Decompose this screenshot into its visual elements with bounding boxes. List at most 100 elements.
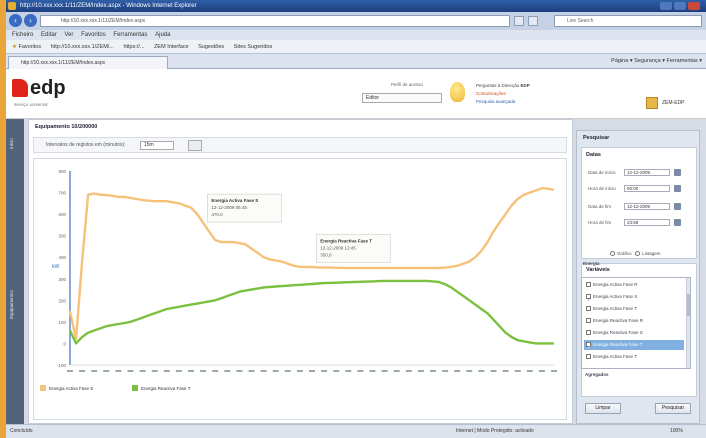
- calendar-icon[interactable]: [674, 203, 681, 210]
- checkbox-checked[interactable]: ✓: [586, 342, 591, 350]
- notif-link[interactable]: Comunicações: [476, 90, 530, 98]
- list-item[interactable]: Energia Activa Fase T: [584, 304, 684, 314]
- tab-row: http://10.xxx.xxx.1/11/ZEM/Index.aspx Pá…: [6, 54, 706, 69]
- app-header: edp serviço universal Perfil de acesso E…: [6, 69, 706, 119]
- tooltip-time: 12-12-2009 06:45: [211, 205, 247, 210]
- back-button[interactable]: ‹: [9, 14, 22, 27]
- view-mode: Gráfico Listagem: [610, 251, 661, 257]
- fav-item[interactable]: ZEM Interface: [154, 44, 189, 50]
- variable-label: Energia Activa Fase S: [593, 294, 638, 299]
- end-date-input[interactable]: 12-12-2009: [624, 203, 670, 210]
- list-item[interactable]: Energia Reactiva Fase S: [584, 328, 684, 338]
- refresh-chart-button[interactable]: [188, 140, 202, 151]
- x-tick-label: [175, 370, 182, 372]
- variable-label: Energia Activa Fase T: [593, 354, 637, 359]
- radio-grafico[interactable]: [610, 251, 615, 257]
- fav-item[interactable]: Sites Sugeridos: [234, 44, 273, 50]
- variables-group-label: Agregados: [585, 372, 609, 377]
- end-time-input[interactable]: 23:59: [624, 219, 670, 226]
- address-row: ‹ › http://10.xxx.xxx.1/11/ZEM/Index.asp…: [6, 12, 706, 30]
- time-spinner-icon[interactable]: [674, 219, 681, 226]
- menu-ajuda[interactable]: Ajuda: [155, 32, 170, 38]
- checkbox[interactable]: [586, 318, 591, 324]
- ie-icon: [8, 2, 16, 10]
- status-text: Concluído: [10, 428, 33, 434]
- checkbox[interactable]: [586, 306, 591, 312]
- scroll-thumb[interactable]: [687, 294, 690, 316]
- search-input[interactable]: Live Search: [554, 15, 702, 27]
- list-item[interactable]: Energia Activa Fase T: [584, 352, 684, 362]
- page-title: Equipamento 10/200000: [35, 124, 98, 130]
- variables-list: Energia Activa Fase R ✓Energia Activa Fa…: [581, 277, 691, 369]
- user-box: ZEM-EDP: [646, 79, 702, 115]
- menu-bar: Ficheiro Editar Ver Favoritos Ferramenta…: [6, 30, 706, 40]
- interval-select[interactable]: 15m: [140, 141, 174, 150]
- notif-link[interactable]: Perguntas à Direcção: [476, 83, 519, 88]
- user-name[interactable]: ZEM-EDP: [662, 100, 685, 106]
- line-chart: -100 0 100 200 300 400 500 600 700 800 kW Energia A…: [40, 169, 557, 391]
- clear-button[interactable]: Limpar: [585, 403, 621, 414]
- start-time-input[interactable]: 00:00: [624, 185, 670, 192]
- menu-ver[interactable]: Ver: [64, 32, 73, 38]
- profile-select[interactable]: Editor: [362, 93, 442, 103]
- fav-item[interactable]: https://...: [123, 44, 144, 50]
- menu-favoritos[interactable]: Favoritos: [81, 32, 106, 38]
- calendar-icon[interactable]: [674, 169, 681, 176]
- left-sidebar: Início Equipamentos: [6, 119, 24, 424]
- fav-item[interactable]: Sugestões: [198, 44, 224, 50]
- fav-item[interactable]: http://10.xxx.xxx.1/ZEM/...: [51, 44, 114, 50]
- checkbox[interactable]: [586, 330, 591, 336]
- x-tick-label: [67, 370, 73, 372]
- x-tick-label: [478, 370, 485, 372]
- x-tick-label: [260, 370, 267, 372]
- menu-editar[interactable]: Editar: [41, 32, 57, 38]
- x-tick-label: [248, 370, 255, 372]
- window-title: http://10.xxx.xxx.1/11/ZEM/Index.aspx - …: [20, 3, 197, 9]
- notifications: Perguntas à Direcção EDP Comunicações Pe…: [476, 82, 530, 106]
- address-bar[interactable]: http://10.xxx.xxx.1/11/ZEM/Index.aspx: [40, 15, 510, 27]
- refresh-icon[interactable]: [514, 16, 524, 26]
- x-tick-label: [103, 370, 110, 372]
- field-label: Hora de início: [588, 186, 616, 191]
- start-date-input[interactable]: 12-12-2009: [624, 169, 670, 176]
- forward-button[interactable]: ›: [24, 14, 37, 27]
- search-panel: Pesquisar Datas Data de início 12-12-200…: [576, 130, 700, 424]
- maximize-button[interactable]: [674, 2, 686, 10]
- stop-icon[interactable]: [528, 16, 538, 26]
- checkbox-checked[interactable]: ✓: [586, 294, 591, 302]
- sidebar-tab-equipamentos[interactable]: Equipamentos: [9, 290, 14, 319]
- zoom-text[interactable]: 100%: [670, 425, 683, 438]
- y-tick-label: -100: [57, 363, 67, 368]
- star-icon[interactable]: ★: [12, 44, 17, 50]
- fav-item[interactable]: Favoritos: [18, 44, 41, 50]
- radio-listagem[interactable]: [635, 251, 641, 257]
- search-button[interactable]: Pesquisar: [655, 403, 691, 414]
- checkbox[interactable]: [586, 282, 591, 288]
- sidebar-tab-inicio[interactable]: Início: [9, 138, 14, 149]
- list-item[interactable]: Energia Reactiva Fase R: [584, 316, 684, 326]
- minimize-button[interactable]: [660, 2, 672, 10]
- variables-group-label: Energia: [583, 261, 600, 266]
- y-tick-label: 200: [58, 298, 66, 303]
- list-item-selected[interactable]: ✓Energia Reactiva Fase T: [584, 340, 684, 350]
- y-tick-label: 700: [58, 191, 66, 196]
- list-item[interactable]: Energia Activa Fase R: [584, 280, 684, 290]
- browser-tab[interactable]: http://10.xxx.xxx.1/11/ZEM/Index.aspx: [8, 56, 168, 69]
- status-bar: Concluído Internet | Modo Protegido: act…: [6, 424, 706, 438]
- y-axis-label: kW: [52, 264, 60, 270]
- y-tick-label: 600: [58, 212, 66, 217]
- checkbox[interactable]: [586, 354, 591, 360]
- time-spinner-icon[interactable]: [674, 185, 681, 192]
- list-item[interactable]: ✓Energia Activa Fase S: [584, 292, 684, 302]
- notif-link[interactable]: Pesquisa avançada: [476, 98, 530, 106]
- close-window-button[interactable]: [688, 2, 700, 10]
- menu-ficheiro[interactable]: Ficheiro: [12, 32, 33, 38]
- x-tick-label: [490, 370, 497, 372]
- x-tick-label: [442, 370, 449, 372]
- x-tick-label: [405, 370, 412, 372]
- x-tick-label: [309, 370, 315, 372]
- list-scrollbar[interactable]: [686, 278, 690, 368]
- x-tick-label: [357, 370, 364, 372]
- command-bar[interactable]: Página ▾ Segurança ▾ Ferramentas ▾: [611, 56, 702, 67]
- menu-ferramentas[interactable]: Ferramentas: [113, 32, 147, 38]
